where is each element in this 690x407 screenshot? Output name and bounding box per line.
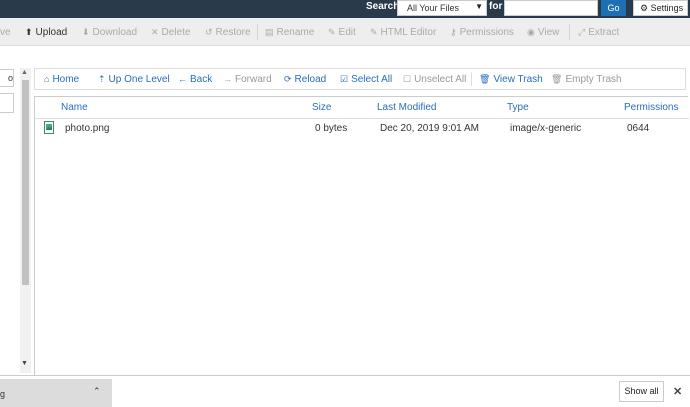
toolbar-item-label: Restore (215, 27, 251, 38)
nav-unselect-all[interactable]: ☐ Unselect All (403, 74, 466, 85)
times-icon: ✕ (151, 27, 159, 37)
caret-down-icon: ▼ (475, 2, 483, 11)
column-header-name[interactable]: Name (61, 102, 88, 113)
download-item[interactable]: g ⌃ (0, 379, 112, 407)
level-up-icon: ⇡ (98, 74, 106, 84)
column-header-permissions[interactable]: Permissions (624, 102, 678, 113)
nav-reload[interactable]: ⟳ Reload (284, 74, 326, 85)
html-editor-icon: ✎ (370, 27, 378, 37)
upload-icon: ⬆ (25, 27, 33, 37)
file-permissions: 0644 (627, 123, 650, 134)
column-header-size[interactable]: Size (312, 102, 331, 113)
downloads-bar: g ⌃ Show all ✕ (0, 375, 690, 407)
close-icon[interactable]: ✕ (673, 385, 682, 398)
eye-icon: ◉ (527, 27, 535, 37)
for-label: for (489, 1, 503, 12)
file-modified: Dec 20, 2019 9:01 AM (380, 123, 479, 134)
header-divider (35, 118, 689, 119)
settings-button[interactable]: ⚙ Settings (633, 0, 688, 16)
checkbox-empty-icon: ☐ (403, 74, 412, 84)
tree-folder-item[interactable] (0, 93, 14, 113)
nav-label: Forward (235, 74, 272, 85)
toolbar-item-view[interactable]: ◉ View (527, 27, 559, 38)
toolbar-item-label: Download (92, 27, 138, 38)
key-icon: ⚷ (450, 27, 457, 37)
nav-label: Up One Level (108, 74, 170, 85)
tree-path-input[interactable]: o (0, 69, 14, 87)
nav-select-all[interactable]: ☑ Select All (340, 74, 392, 85)
trash-icon: 🗑 (551, 74, 563, 84)
navigation-bar: ⌂ Home ⇡ Up One Level ← Back → Forward ⟳ Relo… (34, 68, 686, 90)
nav-divider (471, 72, 472, 86)
toolbar-item-rename[interactable]: ▤ Rename (265, 27, 314, 38)
gear-icon: ⚙ (640, 3, 649, 13)
show-all-button[interactable]: Show all (619, 381, 664, 402)
refresh-icon: ⟳ (284, 74, 292, 84)
file-table: Name Size Last Modified Type Permissions… (34, 96, 689, 376)
nav-label: Home (52, 74, 80, 85)
column-header-last-modified[interactable]: Last Modified (377, 102, 436, 113)
toolbar-item-label: ve (0, 27, 11, 38)
toolbar-item-label: Rename (276, 27, 315, 38)
arrow-right-icon: → (223, 74, 232, 84)
search-scope-value: All Your Files (407, 3, 460, 13)
nav-label: View Trash (493, 74, 543, 85)
toolbar-item-html-editor[interactable]: ✎ HTML Editor (370, 27, 436, 38)
toolbar-item-extract[interactable]: ⤢ Extract (578, 27, 619, 38)
nav-label: Empty Trash (565, 74, 622, 85)
download-item-name: g (0, 389, 6, 399)
go-button[interactable]: Go (601, 0, 626, 16)
toolbar-item-download[interactable]: ⬇ Download (82, 27, 137, 38)
toolbar-item-label: Extract (588, 27, 620, 38)
toolbar-item-label: HTML Editor (380, 27, 437, 38)
toolbar-item-edit[interactable]: ✎ Edit (328, 27, 356, 38)
toolbar-item-delete[interactable]: ✕ Delete (151, 27, 190, 38)
toolbar-item-permissions[interactable]: ⚷ Permissions (450, 27, 514, 38)
toolbar-item-upload[interactable]: ⬆ Upload (25, 27, 67, 38)
search-label: Search (366, 1, 400, 12)
file-toolbar: ve ⬆ Upload ⬇ Download ✕ Delete ↺ Restore ▤ R… (0, 18, 690, 46)
trash-icon: 🗑 (479, 74, 491, 84)
toolbar-item-label: View (537, 27, 560, 38)
arrow-left-icon: ← (178, 74, 187, 84)
file-name[interactable]: photo.png (65, 123, 110, 134)
chevron-up-icon[interactable]: ⌃ (93, 386, 101, 397)
nav-label: Reload (294, 74, 327, 85)
toolbar-item-label: Upload (35, 27, 68, 38)
search-input[interactable] (504, 0, 598, 16)
scroll-up-icon[interactable]: ▲ (21, 69, 28, 76)
rename-icon: ▤ (265, 27, 274, 37)
file-type: image/x-generic (510, 123, 582, 134)
search-scope-select[interactable]: All Your Files ▼ (397, 0, 487, 16)
nav-back[interactable]: ← Back (178, 74, 212, 85)
image-file-icon (44, 121, 54, 134)
home-icon: ⌂ (44, 74, 50, 84)
nav-view-trash[interactable]: 🗑 View Trash (479, 74, 543, 85)
restore-icon: ↺ (205, 27, 213, 37)
nav-label: Select All (351, 74, 393, 85)
download-icon: ⬇ (82, 27, 90, 37)
top-header: Search All Your Files ▼ for Go ⚙ Setting… (0, 0, 690, 18)
nav-empty-trash[interactable]: 🗑 Empty Trash (551, 74, 622, 85)
toolbar-item-label: Permissions (459, 27, 515, 38)
toolbar-item-restore[interactable]: ↺ Restore (205, 27, 251, 38)
nav-up-one-level[interactable]: ⇡ Up One Level (98, 74, 170, 85)
scroll-down-icon[interactable]: ▼ (21, 360, 28, 367)
nav-home[interactable]: ⌂ Home (44, 74, 79, 85)
pencil-icon: ✎ (328, 27, 336, 37)
settings-label: Settings (650, 3, 684, 13)
toolbar-divider (569, 24, 570, 40)
toolbar-divider (257, 24, 258, 40)
checkbox-checked-icon: ☑ (340, 74, 349, 84)
column-header-type[interactable]: Type (507, 102, 529, 113)
toolbar-item-label: Edit (338, 27, 356, 38)
tree-scrollbar-thumb[interactable] (22, 80, 29, 285)
nav-label: Back (190, 74, 213, 85)
nav-label: Unselect All (414, 74, 467, 85)
toolbar-item-move[interactable]: ve (0, 27, 11, 38)
expand-icon: ⤢ (578, 27, 586, 37)
toolbar-item-label: Delete (161, 27, 191, 38)
nav-forward[interactable]: → Forward (223, 74, 272, 85)
file-size: 0 bytes (315, 123, 348, 134)
